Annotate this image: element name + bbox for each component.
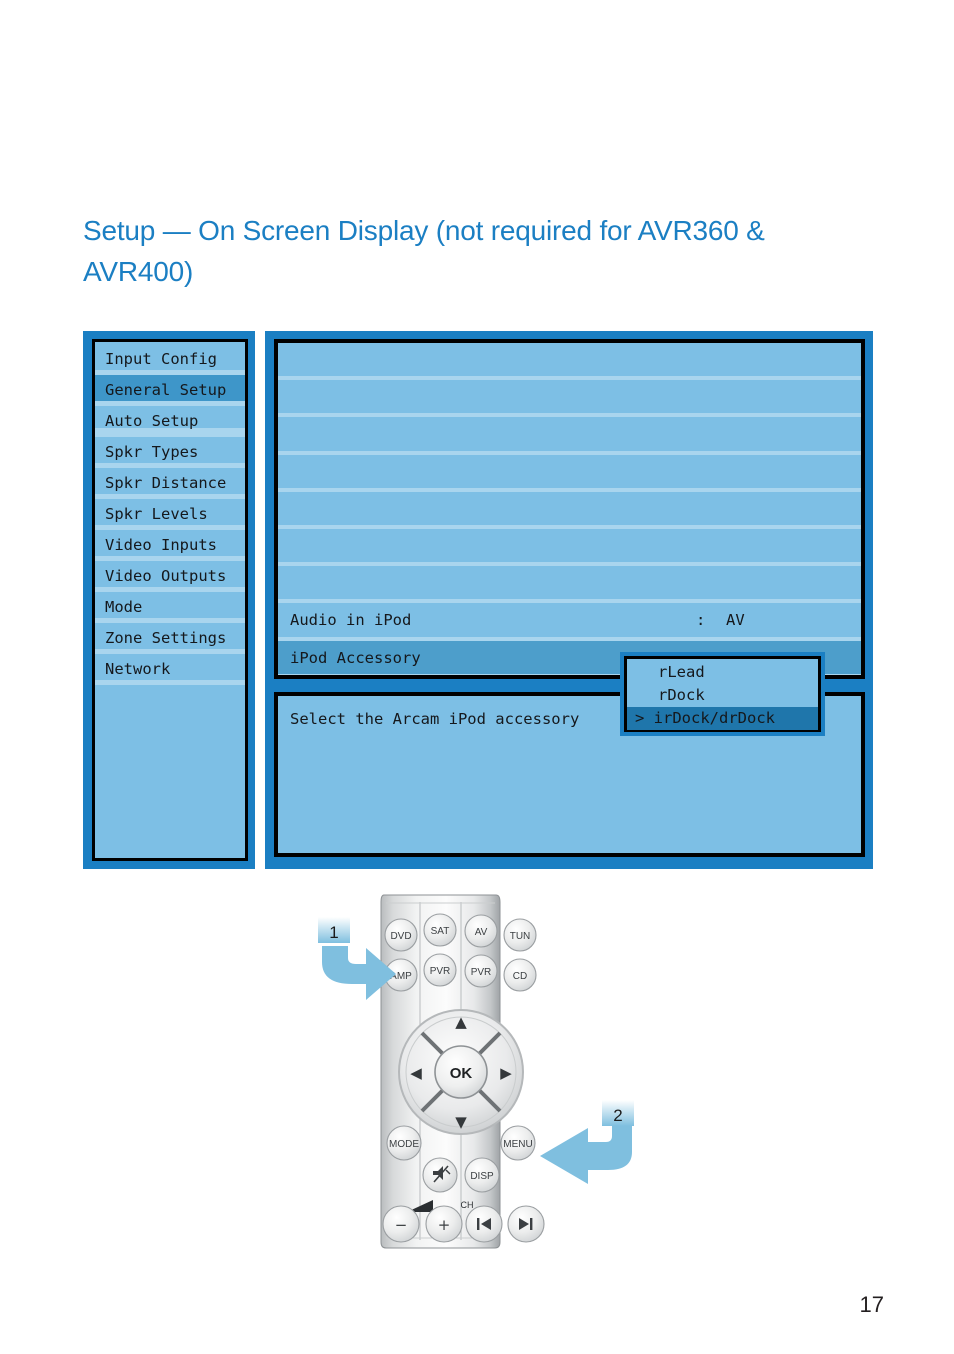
osd-row-audio-in-ipod[interactable]: Audio in iPod : AV — [278, 603, 861, 641]
button-pvr-1-label: PVR — [430, 966, 451, 977]
dpad-right-icon[interactable]: ▶ — [500, 1064, 512, 1082]
osd-row-label: Audio in iPod — [290, 611, 412, 630]
dpad-down-icon[interactable]: ▼ — [455, 1113, 467, 1131]
button-pvr-1[interactable]: PVR — [423, 953, 457, 987]
sidebar-empty-space — [95, 685, 245, 805]
osd-row-blank-6 — [278, 528, 861, 567]
button-volume-up-label: + — [438, 1216, 451, 1234]
button-tun[interactable]: TUN — [503, 918, 537, 952]
button-pvr-2[interactable]: PVR — [464, 954, 498, 988]
remote-control-illustration: DVD SAT AV TUN AMP PVR PVR CD ▲ ▼ ◀ ▶ OK… — [300, 890, 680, 1265]
osd-row-blank-4 — [278, 454, 861, 492]
button-volume-up[interactable]: + — [425, 1205, 463, 1243]
dpad-left-icon[interactable]: ◀ — [410, 1064, 422, 1082]
ipod-accessory-dropdown[interactable]: rLead rDock > irDock/drDock — [620, 652, 825, 736]
osd-row-value: AV — [726, 611, 745, 630]
osd-sidebar: Input Config General Setup Auto Setup Sp… — [83, 331, 255, 869]
button-volume-down[interactable]: − — [382, 1205, 420, 1243]
button-channel-next[interactable] — [507, 1205, 545, 1243]
sidebar-item-spkr-levels[interactable]: Spkr Levels — [95, 499, 245, 530]
button-mute[interactable] — [422, 1157, 458, 1193]
sidebar-item-video-outputs[interactable]: Video Outputs — [95, 561, 245, 592]
button-menu[interactable]: MENU — [500, 1125, 536, 1161]
callout-2: 2 — [540, 1100, 634, 1184]
button-sat-label: SAT — [431, 926, 450, 937]
osd-row-blank-7 — [278, 566, 861, 604]
dropdown-option-rlead[interactable]: rLead — [627, 661, 818, 684]
button-tun-label: TUN — [510, 931, 531, 942]
osd-main-panel: Audio in iPod : AV iPod Accessory Select… — [265, 331, 873, 869]
page-title: Setup — On Screen Display (not required … — [83, 215, 765, 287]
button-channel-prev[interactable] — [465, 1205, 503, 1243]
sidebar-item-video-inputs[interactable]: Video Inputs — [95, 530, 245, 561]
sidebar-item-input-config[interactable]: Input Config — [95, 344, 245, 375]
sidebar-item-spkr-distance[interactable]: Spkr Distance — [95, 468, 245, 499]
button-sat[interactable]: SAT — [423, 913, 457, 947]
button-cd-label: CD — [513, 971, 527, 982]
callout-1-label: 1 — [329, 923, 338, 942]
page-number: 17 — [859, 1292, 884, 1317]
button-disp-label: DISP — [470, 1171, 494, 1182]
button-ok-label: OK — [450, 1065, 473, 1082]
osd-sidebar-inner: Input Config General Setup Auto Setup Sp… — [92, 339, 248, 861]
button-mode[interactable]: MODE — [386, 1125, 422, 1161]
channel-label: CH — [461, 1200, 474, 1210]
sidebar-item-zone-settings[interactable]: Zone Settings — [95, 623, 245, 654]
callout-2-label: 2 — [613, 1106, 622, 1125]
callout-2-arrow — [540, 1126, 632, 1184]
osd-screenshot-figure: Input Config General Setup Auto Setup Sp… — [83, 331, 873, 869]
sidebar-item-network[interactable]: Network — [95, 654, 245, 685]
button-mode-label: MODE — [389, 1139, 419, 1150]
osd-settings-list: Audio in iPod : AV iPod Accessory — [274, 339, 865, 679]
sidebar-item-auto-setup[interactable]: Auto Setup — [95, 406, 245, 437]
sidebar-item-mode[interactable]: Mode — [95, 592, 245, 623]
osd-row-blank-3 — [278, 417, 861, 455]
dropdown-inner: rLead rDock > irDock/drDock — [624, 656, 821, 732]
button-av[interactable]: AV — [464, 914, 498, 948]
button-volume-down-label: − — [395, 1216, 408, 1234]
navigation-dpad: ▲ ▼ ◀ ▶ OK — [398, 1009, 524, 1135]
button-disp[interactable]: DISP — [464, 1157, 500, 1193]
sidebar-item-spkr-types[interactable]: Spkr Types — [95, 437, 245, 468]
button-pvr-2-label: PVR — [471, 967, 492, 978]
dpad-up-icon[interactable]: ▲ — [455, 1013, 467, 1031]
button-av-label: AV — [475, 927, 488, 938]
button-menu-label: MENU — [503, 1139, 532, 1150]
button-ok[interactable]: OK — [434, 1045, 488, 1099]
dropdown-option-irdock-drdock[interactable]: > irDock/drDock — [627, 707, 818, 730]
osd-row-label: iPod Accessory — [290, 648, 421, 667]
button-dvd-label: DVD — [390, 931, 411, 942]
osd-row-blank-5 — [278, 491, 861, 529]
button-cd[interactable]: CD — [503, 958, 537, 992]
osd-row-blank-2 — [278, 380, 861, 418]
sidebar-item-general-setup[interactable]: General Setup — [95, 375, 245, 406]
button-dvd[interactable]: DVD — [384, 918, 418, 952]
osd-row-blank-1 — [278, 343, 861, 381]
dropdown-option-rdock[interactable]: rDock — [627, 684, 818, 707]
osd-row-separator: : — [696, 611, 706, 630]
